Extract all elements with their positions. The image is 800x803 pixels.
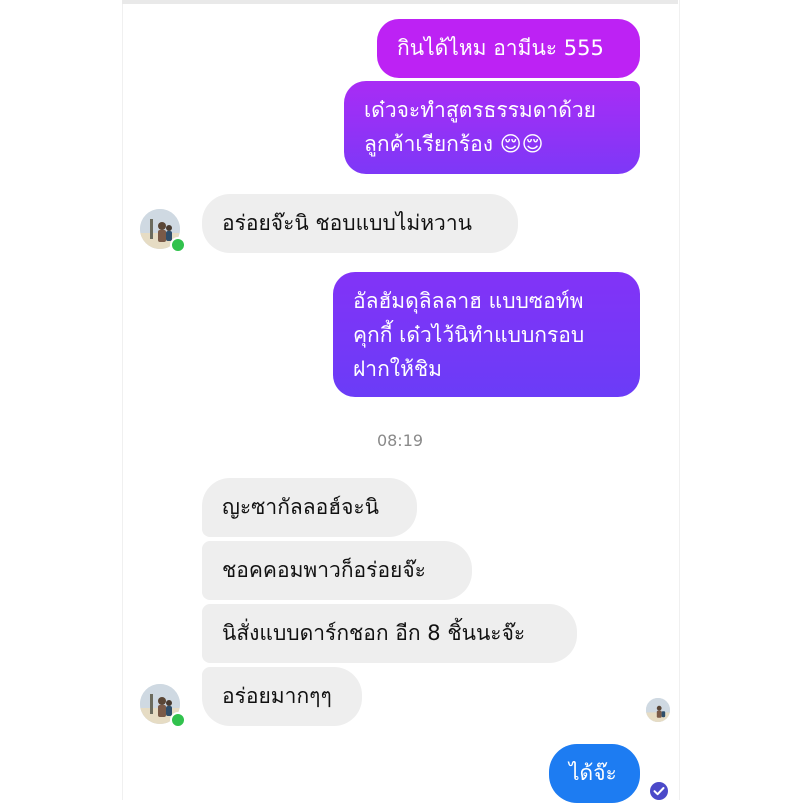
message-text: นิสั่งแบบดาร์กชอก อีก 8 ชิ้นนะจ๊ะ (222, 621, 526, 645)
message-text-line: ลูกค้าเรียกร้อง 😌😌 (364, 132, 544, 156)
message-text-line: คุกกี้ เด๋วไว้นิทำแบบกรอบ (353, 323, 585, 347)
profile-photo (646, 698, 670, 722)
message-incoming[interactable]: ชอคคอมพาวก็อร่อยจ๊ะ (202, 541, 472, 600)
message-outgoing[interactable]: อัลฮัมดุลิลลาฮ แบบซอท์พ คุกกี้ เด๋วไว้นิ… (333, 272, 640, 397)
message-text: อร่อยจ๊ะนิ ชอบแบบไม่หวาน (222, 211, 473, 235)
seen-avatar (646, 698, 670, 722)
read-check-icon (650, 782, 668, 800)
message-outgoing[interactable]: ได้จ๊ะ (549, 744, 640, 803)
message-incoming[interactable]: ญะซากัลลอฮ์จะนิ (202, 478, 417, 537)
message-text-line: เด๋วจะทำสูตรธรรมดาด้วย (364, 98, 596, 122)
timestamp: 08:19 (376, 431, 424, 450)
online-status-dot (170, 237, 186, 253)
message-incoming[interactable]: อร่อยจ๊ะนิ ชอบแบบไม่หวาน (202, 194, 518, 253)
message-text-line: อัลฮัมดุลิลลาฮ แบบซอท์พ (353, 289, 584, 313)
message-text: ได้จ๊ะ (569, 761, 617, 785)
message-incoming[interactable]: นิสั่งแบบดาร์กชอก อีก 8 ชิ้นนะจ๊ะ (202, 604, 577, 663)
message-text: กินได้ไหม อามีนะ 555 (397, 36, 604, 60)
message-text: อร่อยมากๆๆ (222, 684, 332, 708)
message-incoming[interactable]: อร่อยมากๆๆ (202, 667, 362, 726)
message-text: ญะซากัลลอฮ์จะนิ (222, 495, 380, 519)
top-divider (122, 0, 678, 4)
message-outgoing[interactable]: กินได้ไหม อามีนะ 555 (377, 19, 640, 78)
online-status-dot (170, 712, 186, 728)
message-text: ชอคคอมพาวก็อร่อยจ๊ะ (222, 558, 426, 582)
message-text-line: ฝากให้ชิม (353, 357, 443, 381)
message-outgoing[interactable]: เด๋วจะทำสูตรธรรมดาด้วย ลูกค้าเรียกร้อง 😌… (344, 81, 640, 174)
